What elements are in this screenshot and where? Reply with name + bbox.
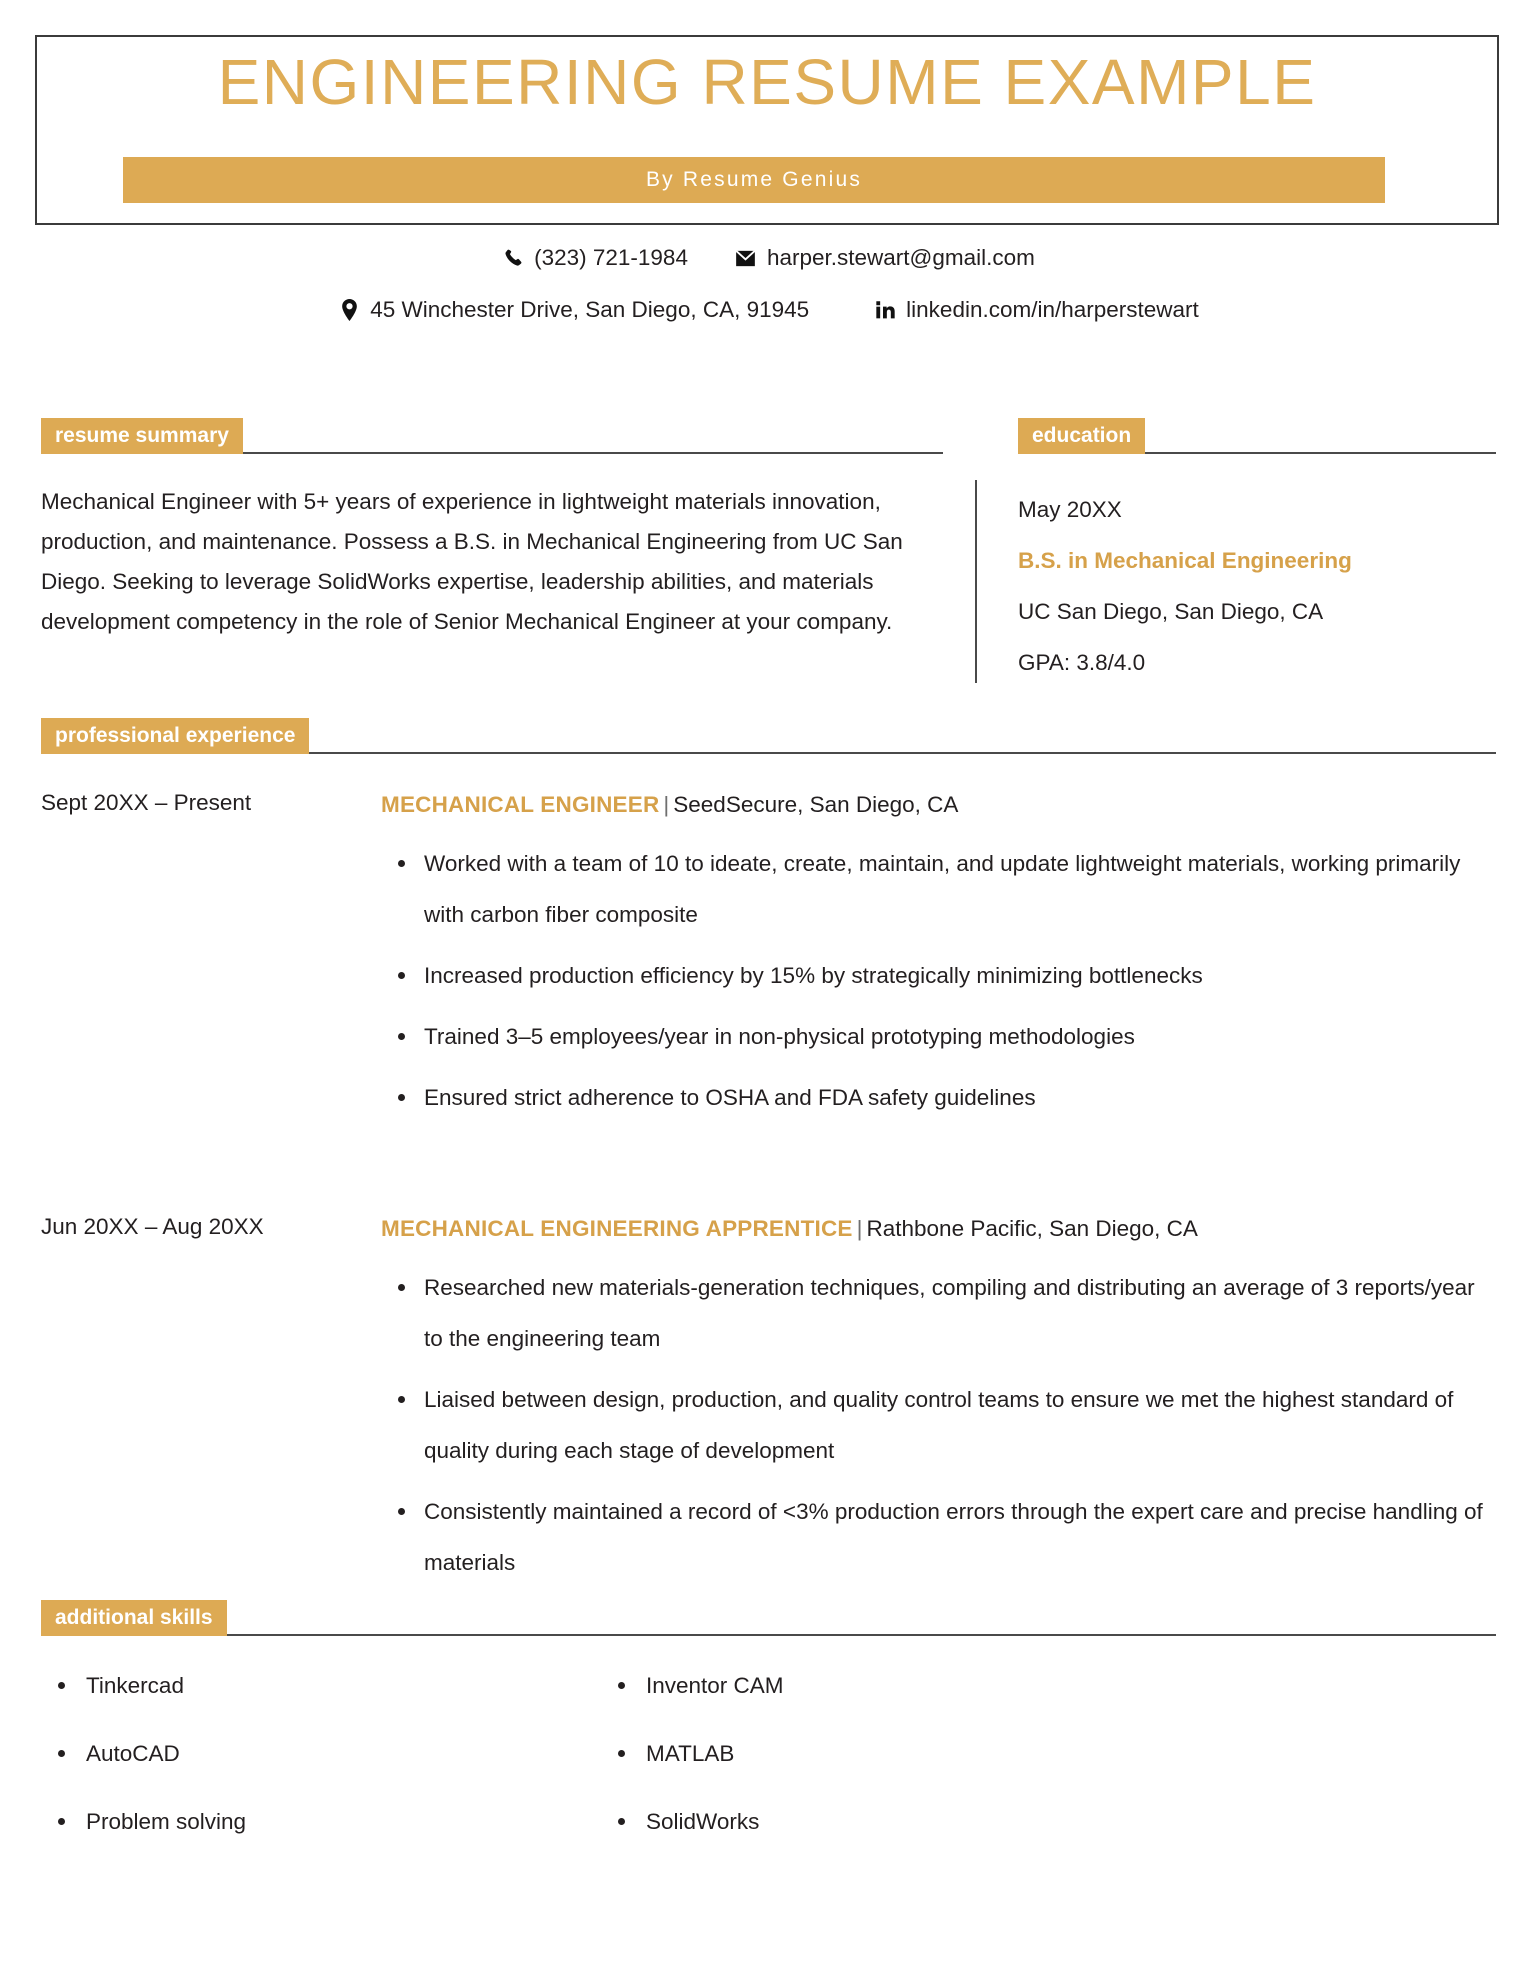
phone-text: (323) 721-1984 bbox=[534, 245, 688, 270]
education-gpa: GPA: 3.8/4.0 bbox=[1018, 650, 1146, 675]
skills-list-left: Tinkercad AutoCAD Problem solving bbox=[41, 1652, 601, 1856]
list-item: Researched new materials-generation tech… bbox=[381, 1262, 1491, 1364]
summary-heading-rule bbox=[242, 452, 943, 454]
experience-heading-rule bbox=[309, 752, 1496, 754]
skills-heading-rule bbox=[226, 1634, 1496, 1636]
skills-columns: Tinkercad AutoCAD Problem solving Invent… bbox=[41, 1652, 1491, 1856]
list-item: Consistently maintained a record of <3% … bbox=[381, 1486, 1491, 1588]
map-pin-icon bbox=[337, 299, 361, 321]
linkedin-text: linkedin.com/in/harperstewart bbox=[906, 297, 1199, 322]
education-block: May 20XX B.S. in Mechanical Engineering … bbox=[1018, 484, 1488, 688]
job-title-line: MECHANICAL ENGINEERING APPRENTICE | Rathbo… bbox=[381, 1214, 1491, 1244]
education-date: May 20XX bbox=[1018, 497, 1122, 522]
contact-row-2: 45 Winchester Drive, San Diego, CA, 9194… bbox=[0, 284, 1536, 336]
job-date: Jun 20XX – Aug 20XX bbox=[41, 1214, 264, 1239]
job-date: Sept 20XX – Present bbox=[41, 790, 252, 815]
linkedin-icon bbox=[873, 299, 897, 321]
section-heading-summary: resume summary bbox=[41, 418, 943, 454]
address-text: 45 Winchester Drive, San Diego, CA, 9194… bbox=[370, 297, 810, 322]
list-item: Increased production efficiency by 15% b… bbox=[381, 950, 1491, 1001]
section-heading-skills: additional skills bbox=[41, 1600, 1496, 1636]
list-item: Tinkercad bbox=[41, 1652, 601, 1720]
education-heading-rule bbox=[1145, 452, 1496, 454]
education-heading-label: education bbox=[1018, 418, 1146, 454]
skills-list-right: Inventor CAM MATLAB SolidWorks bbox=[601, 1652, 1161, 1856]
job-bullets: Worked with a team of 10 to ideate, crea… bbox=[381, 838, 1491, 1123]
email-text: harper.stewart@gmail.com bbox=[766, 245, 1035, 270]
job-role: MECHANICAL ENGINEERING APPRENTICE bbox=[381, 1216, 853, 1241]
contact-address: 45 Winchester Drive, San Diego, CA, 9194… bbox=[337, 297, 809, 323]
byline-text: By Resume Genius bbox=[645, 168, 863, 191]
job-separator: | bbox=[663, 792, 670, 817]
contact-phone[interactable]: (323) 721-1984 bbox=[501, 245, 688, 271]
job-role: MECHANICAL ENGINEER bbox=[381, 792, 660, 817]
contact-linkedin[interactable]: linkedin.com/in/harperstewart bbox=[873, 297, 1199, 323]
summary-heading-label: resume summary bbox=[41, 418, 243, 454]
list-item: SolidWorks bbox=[601, 1788, 1161, 1856]
list-item: Worked with a team of 10 to ideate, crea… bbox=[381, 838, 1491, 940]
education-school: UC San Diego, San Diego, CA bbox=[1018, 599, 1324, 624]
list-item: Inventor CAM bbox=[601, 1652, 1161, 1720]
job-main: MECHANICAL ENGINEER | SeedSecure, San Dieg… bbox=[381, 790, 1491, 1123]
skills-heading-label: additional skills bbox=[41, 1600, 227, 1636]
contact-email[interactable]: harper.stewart@gmail.com bbox=[734, 245, 1035, 271]
list-item: Trained 3–5 employees/year in non-physic… bbox=[381, 1011, 1491, 1062]
skills-column-left: Tinkercad AutoCAD Problem solving bbox=[41, 1652, 601, 1856]
summary-text: Mechanical Engineer with 5+ years of exp… bbox=[41, 489, 903, 634]
job-company: Rathbone Pacific, San Diego, CA bbox=[866, 1216, 1198, 1241]
list-item: AutoCAD bbox=[41, 1720, 601, 1788]
phone-icon bbox=[501, 247, 525, 269]
resume-page: ENGINEERING RESUME EXAMPLE By Resume Gen… bbox=[0, 0, 1536, 1988]
list-item: Problem solving bbox=[41, 1788, 601, 1856]
list-item: Liaised between design, production, and … bbox=[381, 1374, 1491, 1476]
experience-heading-label: professional experience bbox=[41, 718, 310, 754]
list-item: MATLAB bbox=[601, 1720, 1161, 1788]
skills-column-right: Inventor CAM MATLAB SolidWorks bbox=[601, 1652, 1161, 1856]
job-separator: | bbox=[856, 1216, 863, 1241]
job-bullets: Researched new materials-generation tech… bbox=[381, 1262, 1491, 1588]
education-divider bbox=[975, 480, 977, 683]
list-item: Ensured strict adherence to OSHA and FDA… bbox=[381, 1072, 1491, 1123]
contact-row-1: (323) 721-1984 harper.stewart@gmail.com bbox=[0, 232, 1536, 284]
envelope-icon bbox=[734, 247, 758, 269]
byline-bar: By Resume Genius bbox=[123, 157, 1385, 203]
education-degree: B.S. in Mechanical Engineering bbox=[1018, 548, 1352, 573]
job-main: MECHANICAL ENGINEERING APPRENTICE | Rathbo… bbox=[381, 1214, 1491, 1588]
contact-block: (323) 721-1984 harper.stewart@gmail.com bbox=[0, 232, 1536, 336]
section-heading-experience: professional experience bbox=[41, 718, 1496, 754]
job-company: SeedSecure, San Diego, CA bbox=[673, 792, 959, 817]
page-title: ENGINEERING RESUME EXAMPLE bbox=[217, 46, 1317, 118]
job-title-line: MECHANICAL ENGINEER | SeedSecure, San Dieg… bbox=[381, 790, 1491, 820]
section-heading-education: education bbox=[1018, 418, 1496, 454]
